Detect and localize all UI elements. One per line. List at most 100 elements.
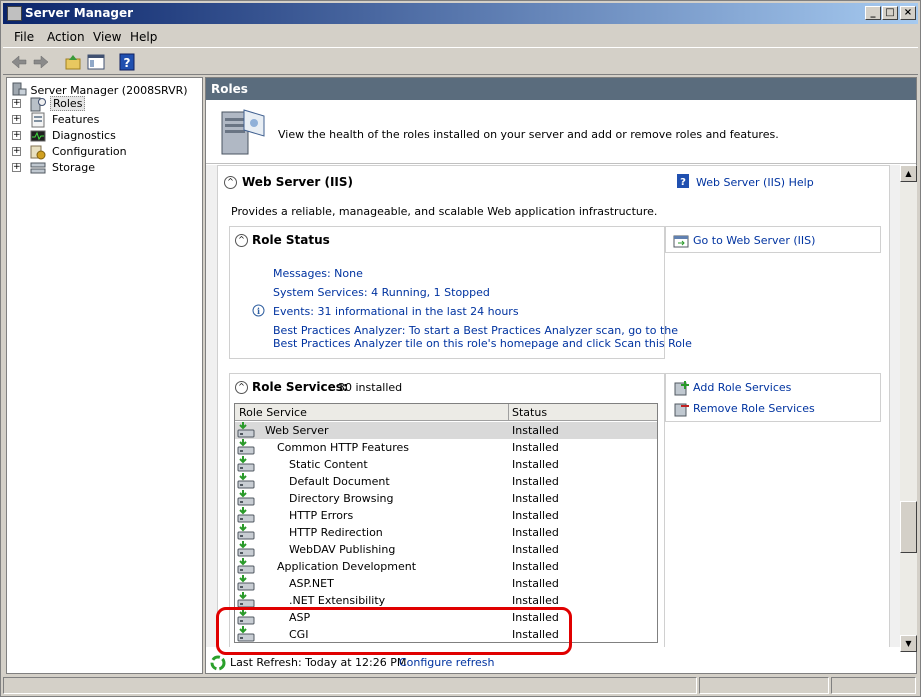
table-row[interactable]: Web Server Installed xyxy=(235,422,657,439)
role-status-actions: Go to Web Server (IIS) xyxy=(665,226,881,253)
roles-description-banner: View the health of the roles installed o… xyxy=(206,100,916,164)
maximize-button[interactable]: □ xyxy=(882,6,898,20)
menu-file[interactable]: File xyxy=(14,30,34,44)
expand-plus-icon[interactable]: + xyxy=(12,131,21,140)
collapse-section-icon[interactable]: ^ xyxy=(224,176,237,189)
installed-role-service-icon xyxy=(237,439,255,455)
web-server-section: ^ Web Server (IIS) ? Web Server (IIS) He… xyxy=(217,165,890,647)
role-service-status: Installed xyxy=(512,594,559,607)
table-row[interactable]: Default Document Installed xyxy=(235,473,657,490)
role-service-status: Installed xyxy=(512,475,559,488)
role-service-name: Default Document xyxy=(289,475,390,488)
role-service-name: Directory Browsing xyxy=(289,492,394,505)
collapse-role-status-icon[interactable]: ^ xyxy=(235,234,248,247)
minimize-button[interactable]: _ xyxy=(865,6,881,20)
roles-scroll-content: ^ Web Server (IIS) ? Web Server (IIS) He… xyxy=(206,165,900,647)
remove-role-services-icon xyxy=(674,403,689,417)
web-server-help-link[interactable]: Web Server (IIS) Help xyxy=(696,176,814,189)
collapse-role-services-icon[interactable]: ^ xyxy=(235,381,248,394)
roles-description-text: View the health of the roles installed o… xyxy=(278,128,779,141)
menu-action[interactable]: Action xyxy=(47,30,85,44)
title-bar[interactable]: Server Manager _ □ × xyxy=(3,3,918,24)
status-panel xyxy=(831,677,916,694)
table-row[interactable]: Directory Browsing Installed xyxy=(235,490,657,507)
help-icon[interactable]: ? xyxy=(117,52,137,72)
back-arrow-icon[interactable] xyxy=(9,52,29,72)
vertical-scrollbar[interactable]: ▲ ▼ xyxy=(900,165,917,652)
expand-plus-icon[interactable]: + xyxy=(12,163,21,172)
scroll-down-button[interactable]: ▼ xyxy=(900,635,917,652)
tree-root-server-manager[interactable]: Server Manager (2008SRVR) xyxy=(11,81,188,97)
expand-plus-icon[interactable]: + xyxy=(12,115,21,124)
table-row[interactable]: WebDAV Publishing Installed xyxy=(235,541,657,558)
roles-icon xyxy=(30,97,46,112)
server-manager-window: Server Manager _ □ × File Action View He… xyxy=(0,0,921,697)
table-row[interactable]: Common HTTP Features Installed xyxy=(235,439,657,456)
add-role-services-link[interactable]: Add Role Services xyxy=(693,381,791,394)
role-status-title: Role Status xyxy=(252,233,330,247)
table-row[interactable]: HTTP Redirection Installed xyxy=(235,524,657,541)
scroll-up-button[interactable]: ▲ xyxy=(900,165,917,182)
role-service-status: Installed xyxy=(512,441,559,454)
menu-view[interactable]: View xyxy=(93,30,121,44)
table-row[interactable]: HTTP Errors Installed xyxy=(235,507,657,524)
table-row[interactable]: Static Content Installed xyxy=(235,456,657,473)
features-icon xyxy=(31,112,45,128)
configuration-icon xyxy=(30,145,46,160)
tree-item-label: Features xyxy=(52,113,100,126)
role-service-name: WebDAV Publishing xyxy=(289,543,396,556)
role-service-status: Installed xyxy=(512,424,559,437)
installed-role-service-icon xyxy=(237,541,255,557)
refresh-bar: Last Refresh: Today at 12:26 PM Configur… xyxy=(206,652,916,673)
table-row[interactable]: Application Development Installed xyxy=(235,558,657,575)
window-title: Server Manager xyxy=(25,6,134,20)
role-service-name: ASP.NET xyxy=(289,577,334,590)
refresh-icon[interactable] xyxy=(209,654,227,672)
role-services-actions: Add Role Services Remove Role Services xyxy=(665,373,881,422)
close-button[interactable]: × xyxy=(900,6,916,20)
events-link[interactable]: Events: 31 informational in the last 24 … xyxy=(273,305,519,318)
expand-plus-icon[interactable]: + xyxy=(12,147,21,156)
highlight-annotation xyxy=(216,607,572,655)
roles-server-icon xyxy=(221,109,265,155)
scroll-thumb[interactable] xyxy=(900,501,917,553)
diagnostics-icon xyxy=(30,130,46,142)
role-service-status: Installed xyxy=(512,577,559,590)
column-header-role-service[interactable]: Role Service xyxy=(239,406,307,419)
go-to-web-server-link[interactable]: Go to Web Server (IIS) xyxy=(693,234,815,247)
role-services-panel: ^ Role Services: 30 installed Role Servi… xyxy=(229,373,665,647)
svg-text:i: i xyxy=(257,306,260,316)
configure-refresh-link[interactable]: Configure refresh xyxy=(399,656,494,669)
menu-help[interactable]: Help xyxy=(130,30,157,44)
table-row[interactable]: ASP.NET Installed xyxy=(235,575,657,592)
role-service-status: Installed xyxy=(512,543,559,556)
forward-arrow-icon[interactable] xyxy=(31,52,51,72)
role-service-name: HTTP Errors xyxy=(289,509,354,522)
column-header-status[interactable]: Status xyxy=(512,406,547,419)
info-icon: i xyxy=(252,304,265,317)
installed-role-service-icon xyxy=(237,490,255,506)
help-icon: ? xyxy=(677,174,689,188)
server-manager-app-icon xyxy=(7,6,22,21)
expand-plus-icon[interactable]: + xyxy=(12,99,21,108)
role-service-name: Web Server xyxy=(265,424,329,437)
role-services-count: 30 installed xyxy=(338,381,403,394)
installed-role-service-icon xyxy=(237,473,255,489)
role-service-status: Installed xyxy=(512,560,559,573)
up-folder-icon[interactable] xyxy=(63,52,83,72)
show-hide-console-tree-icon[interactable] xyxy=(86,52,106,72)
system-services-link[interactable]: System Services: 4 Running, 1 Stopped xyxy=(273,286,490,299)
tree-item-label: Roles xyxy=(50,96,86,111)
installed-role-service-icon xyxy=(237,456,255,472)
remove-role-services-link[interactable]: Remove Role Services xyxy=(693,402,815,415)
messages-link[interactable]: Messages: None xyxy=(273,267,363,280)
role-service-status: Installed xyxy=(512,492,559,505)
bpa-link-line2[interactable]: Best Practices Analyzer tile on this rol… xyxy=(273,337,692,350)
server-manager-icon xyxy=(12,82,27,96)
console-tree: Server Manager (2008SRVR) + Roles + Feat… xyxy=(6,77,203,674)
table-header: Role Service Status xyxy=(235,404,657,421)
svg-text:?: ? xyxy=(124,56,131,70)
role-service-status: Installed xyxy=(512,509,559,522)
bpa-link-line1[interactable]: Best Practices Analyzer: To start a Best… xyxy=(273,324,678,337)
installed-role-service-icon xyxy=(237,507,255,523)
